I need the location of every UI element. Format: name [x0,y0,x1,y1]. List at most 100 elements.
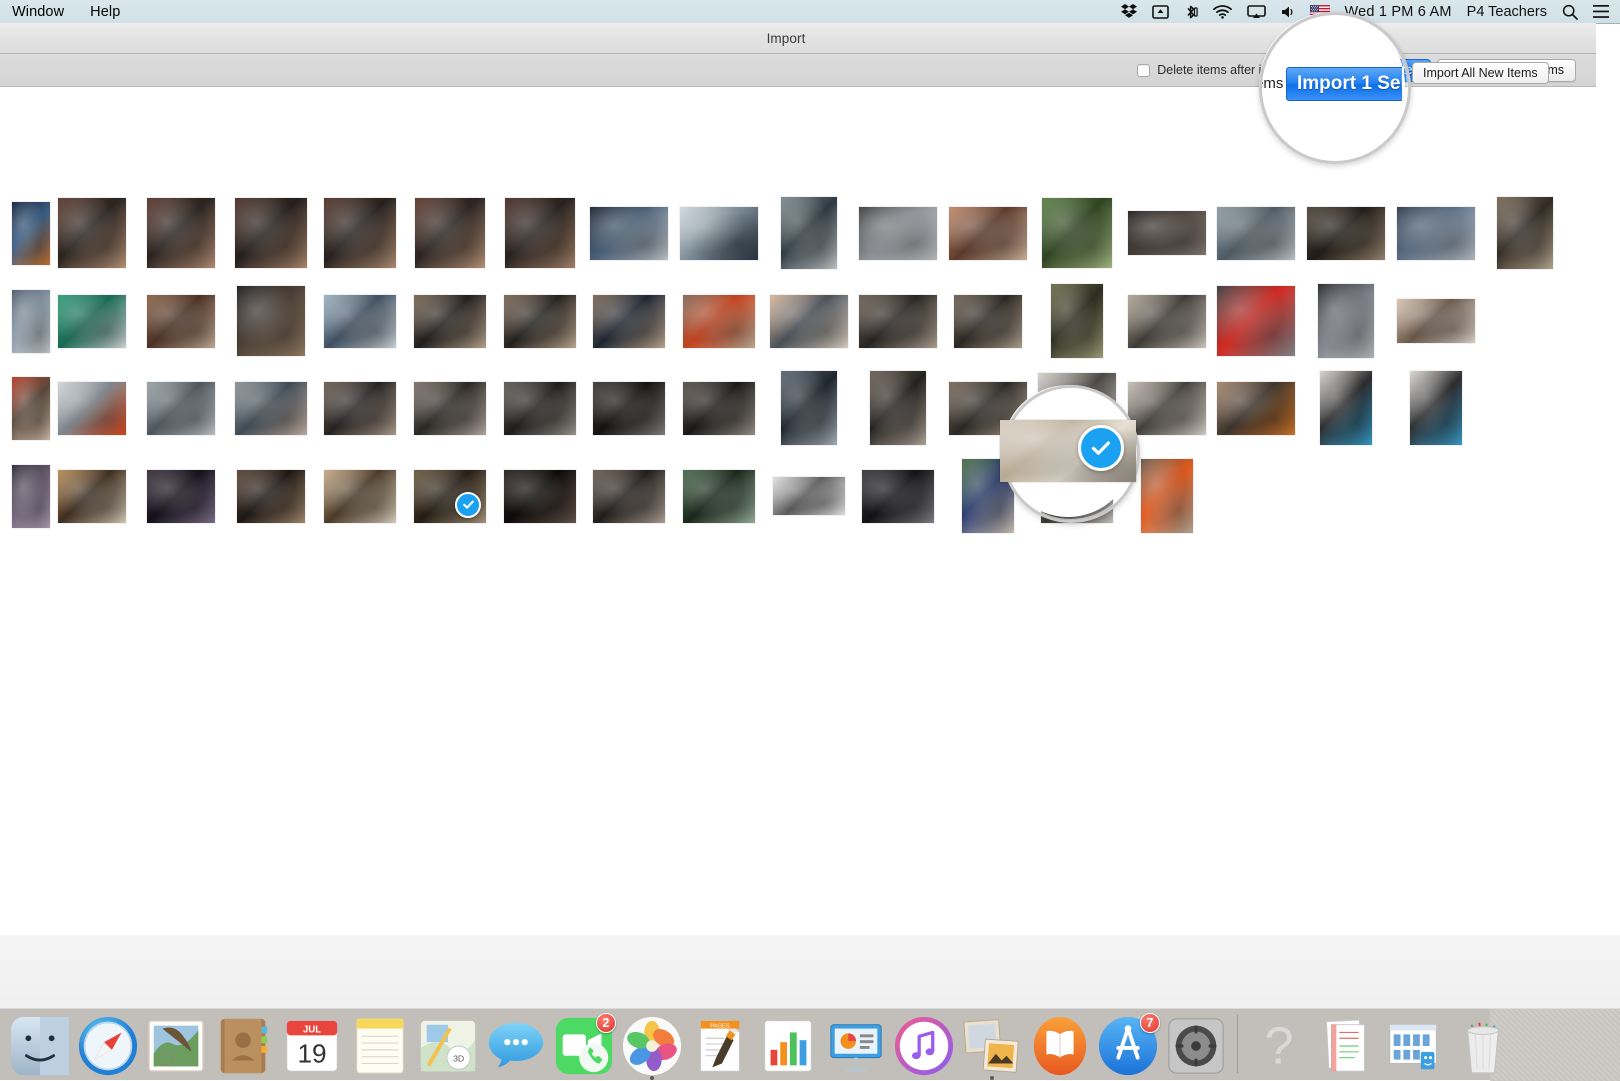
menu-bar-user[interactable]: P4 Teachers [1467,4,1547,20]
airplay-icon[interactable] [1246,4,1266,19]
photo-thumbnail[interactable] [237,286,305,356]
dock-item-photos[interactable] [618,1009,686,1080]
photo-thumbnail[interactable] [415,198,485,268]
dock-item-maps[interactable]: 3D [414,1009,482,1077]
photo-thumbnail[interactable] [859,206,937,260]
dock-item-notes[interactable] [346,1009,414,1077]
photo-thumbnail[interactable] [1497,197,1553,269]
notification-center-icon[interactable] [1593,5,1609,18]
photo-thumbnail[interactable] [1128,211,1206,255]
photo-thumbnail[interactable] [1141,459,1193,533]
photo-thumbnail[interactable] [1320,371,1372,445]
display-eject-icon[interactable] [1151,4,1169,19]
dock-item-trash[interactable] [1449,1009,1517,1077]
photo-thumbnail[interactable] [683,469,755,523]
dock-item-messages[interactable] [482,1009,550,1077]
photo-thumbnail[interactable] [1307,206,1385,260]
dock-item-safari[interactable] [74,1009,142,1077]
dock-item-pages[interactable]: PAGES [686,1009,754,1077]
photo-thumbnail[interactable] [12,201,50,265]
photo-thumbnail[interactable] [1318,284,1374,358]
photo-thumbnail[interactable] [859,294,937,348]
photo-thumbnail[interactable] [862,469,934,523]
photo-thumbnail[interactable] [1217,286,1295,356]
photo-thumbnail[interactable] [147,294,215,348]
photo-thumbnail[interactable] [324,294,396,348]
photo-thumbnail[interactable] [58,469,126,523]
photo-thumbnail[interactable] [1128,294,1206,348]
photo-thumbnail[interactable] [147,469,215,523]
photo-thumbnail[interactable] [870,371,926,445]
dock-item-app-store[interactable]: 7 [1094,1009,1162,1077]
dock-item-iphoto[interactable] [958,1009,1026,1080]
photo-thumbnail[interactable] [593,381,665,435]
photo-thumbnail[interactable] [504,294,576,348]
photo-thumbnail[interactable] [504,469,576,523]
photo-thumbnail[interactable] [324,469,396,523]
magnified-selected-photo[interactable] [1000,420,1136,482]
photo-thumbnail[interactable] [237,469,305,523]
photo-thumbnail[interactable] [235,381,307,435]
dock-item-keynote[interactable] [822,1009,890,1077]
wifi-icon[interactable] [1212,4,1232,19]
dock-item-calendar[interactable]: JUL 19 [278,1009,346,1077]
dropbox-icon[interactable] [1120,4,1137,19]
dock-item-itunes[interactable] [890,1009,958,1077]
photo-thumbnail[interactable] [1042,198,1112,268]
photo-thumbnail[interactable] [504,381,576,435]
menu-help[interactable]: Help [90,4,120,20]
photo-thumbnail[interactable] [12,289,50,353]
dock-item-downloads-stack[interactable] [1381,1009,1449,1077]
bluetooth-icon[interactable] [1184,4,1198,20]
photo-thumbnail[interactable] [1051,284,1103,358]
magnified-import-all-button[interactable]: Import All New Items [1412,62,1549,84]
dock-item-help-question[interactable]: ? [1245,1009,1313,1077]
photo-thumbnail[interactable] [954,294,1022,348]
photo-thumbnail[interactable] [324,198,396,268]
photo-thumbnail[interactable] [58,294,126,348]
photo-thumbnail[interactable] [683,294,755,348]
dock-item-finder[interactable] [6,1009,74,1077]
volume-icon[interactable] [1281,5,1295,19]
photo-import-grid[interactable] [0,87,1596,917]
delete-after-import-checkbox[interactable] [1137,63,1151,77]
photo-thumbnail[interactable] [414,294,486,348]
photo-thumbnail[interactable] [1397,206,1475,260]
dock-item-mail[interactable] [142,1009,210,1077]
photo-thumbnail[interactable] [1128,381,1206,435]
photo-thumbnail[interactable] [58,381,126,435]
photo-thumbnail[interactable] [147,381,215,435]
photo-thumbnail[interactable] [770,294,848,348]
photo-thumbnail[interactable] [1410,371,1462,445]
photo-thumbnail[interactable] [593,469,665,523]
dock-item-documents-stack[interactable] [1313,1009,1381,1077]
photo-thumbnail[interactable] [414,381,486,435]
photo-thumbnail[interactable] [235,198,307,268]
dock[interactable]: JUL 19 3D 2 PAGES 7? [0,1008,1500,1080]
dock-item-facetime[interactable]: 2 [550,1009,618,1077]
menu-window[interactable]: Window [12,4,64,20]
dock-item-numbers[interactable] [754,1009,822,1077]
photo-thumbnail[interactable] [505,198,575,268]
photo-thumbnail[interactable] [12,464,50,528]
photo-thumbnail[interactable] [1397,299,1475,343]
photo-thumbnail[interactable] [147,198,215,268]
magnified-import-selected-button[interactable]: Import 1 Selected [1286,67,1402,101]
photo-thumbnail[interactable] [1217,206,1295,260]
photo-thumbnail[interactable] [680,206,758,260]
photo-thumbnail[interactable] [12,376,50,440]
photo-thumbnail[interactable] [773,477,845,515]
dock-item-system-preferences[interactable] [1162,1009,1230,1077]
photo-thumbnail[interactable] [324,381,396,435]
photo-thumbnail[interactable] [781,197,837,269]
dock-item-contacts[interactable] [210,1009,278,1077]
photo-thumbnail[interactable] [781,371,837,445]
photo-thumbnail[interactable] [683,381,755,435]
photo-thumbnail[interactable] [593,294,665,348]
search-icon[interactable] [1562,4,1578,20]
photo-thumbnail[interactable] [1217,381,1295,435]
dock-item-ibooks[interactable] [1026,1009,1094,1077]
photo-thumbnail[interactable] [414,469,486,523]
photo-thumbnail[interactable] [58,198,126,268]
photo-thumbnail[interactable] [590,206,668,260]
